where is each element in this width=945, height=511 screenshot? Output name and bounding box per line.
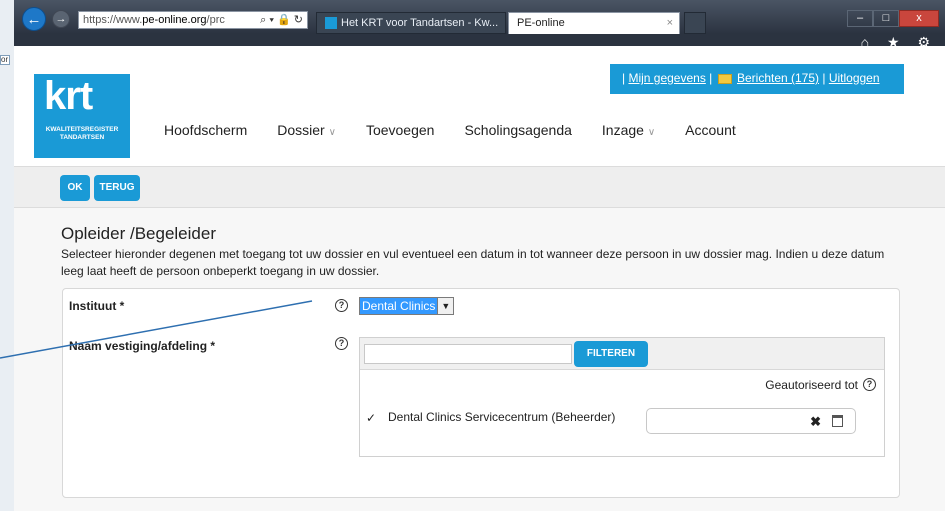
authorized-date-input[interactable]: ✖ — [646, 408, 856, 434]
instituut-label: Instituut * — [69, 299, 125, 313]
main-nav: Hoofdscherm Dossier ∨ Toevoegen Scholing… — [164, 122, 766, 138]
user-menu: | Mijn gegevens | Berichten (175) | Uitl… — [610, 64, 904, 94]
clear-date-icon[interactable]: ✖ — [810, 414, 821, 430]
nav-item-inzage[interactable]: Inzage ∨ — [602, 122, 655, 138]
logo-text: krt — [44, 74, 93, 118]
tab-label: Het KRT voor Tandartsen - Kw... — [341, 17, 499, 29]
authorized-until-header: Geautoriseerd tot ? — [765, 378, 876, 392]
url-suffix: /prc — [206, 14, 225, 26]
filter-input[interactable] — [364, 344, 572, 364]
list-item: ✓ Dental Clinics Servicecentrum (Beheerd… — [364, 406, 880, 436]
uitloggen-link[interactable]: Uitloggen — [829, 71, 880, 85]
krt-logo[interactable]: krt KWALITEITSREGISTER TANDARTSEN — [34, 74, 130, 158]
nav-item-dossier[interactable]: Dossier ∨ — [277, 122, 336, 138]
desktop-window-fragment: or — [0, 55, 10, 65]
address-bar-controls[interactable]: ⌕ ▾ 🔒 ↻ — [260, 12, 303, 28]
nav-item-hoofdscherm[interactable]: Hoofdscherm — [164, 122, 247, 138]
mijn-gegevens-link[interactable]: Mijn gegevens — [628, 71, 705, 85]
desktop-background — [0, 0, 14, 511]
action-bar: OK TERUG — [14, 166, 945, 208]
back-button[interactable]: ← — [22, 7, 46, 31]
logo-subtext: KWALITEITSREGISTER TANDARTSEN — [45, 126, 119, 141]
browser-toolbar-strip — [14, 34, 945, 46]
instituut-selected-value: Dental Clinics — [360, 298, 438, 314]
tab-pe-online[interactable]: PE-online × — [508, 12, 680, 34]
krt-favicon-icon — [325, 17, 337, 30]
filter-header: FILTEREN — [360, 338, 884, 370]
mail-icon — [717, 73, 732, 84]
tab-krt[interactable]: Het KRT voor Tandartsen - Kw... — [316, 12, 506, 34]
nav-item-toevoegen[interactable]: Toevoegen — [366, 122, 435, 138]
form-panel: Instituut * ? Dental Clinics ▼ Naam vest… — [62, 288, 900, 498]
help-icon[interactable]: ? — [335, 299, 348, 312]
page-title: Opleider /Begeleider — [61, 224, 216, 243]
forward-button[interactable]: → — [52, 10, 70, 28]
address-bar[interactable]: https://www.pe-online.org/prc ⌕ ▾ 🔒 ↻ — [78, 11, 308, 29]
nav-item-account[interactable]: Account — [685, 122, 736, 138]
ok-button[interactable]: OK — [60, 175, 90, 201]
url-domain: pe-online.org — [142, 14, 207, 26]
content-area: Opleider /Begeleider Selecteer hieronder… — [14, 208, 945, 511]
intro-text: Selecteer hieronder degenen met toegang … — [61, 247, 885, 278]
vestiging-filter-panel: FILTEREN Geautoriseerd tot ? ✓ Dental Cl… — [359, 337, 885, 457]
berichten-link[interactable]: Berichten (175) — [737, 71, 819, 85]
close-window-button[interactable]: x — [899, 10, 939, 27]
chevron-down-icon[interactable]: ▼ — [437, 298, 454, 314]
instituut-select[interactable]: Dental Clinics ▼ — [359, 297, 455, 315]
filter-button[interactable]: FILTEREN — [574, 341, 648, 367]
minimize-button[interactable]: – — [847, 10, 873, 27]
window-controls: – □ x — [847, 10, 939, 27]
url-prefix: https://www. — [83, 14, 143, 26]
new-tab-button[interactable] — [684, 12, 706, 34]
chevron-down-icon: ∨ — [328, 127, 336, 138]
tab-close-icon[interactable]: × — [667, 13, 673, 33]
help-icon[interactable]: ? — [863, 378, 876, 391]
row-label: Dental Clinics Servicecentrum (Beheerder… — [388, 410, 616, 424]
site-header: krt KWALITEITSREGISTER TANDARTSEN | Mijn… — [14, 46, 945, 164]
calendar-icon[interactable] — [832, 415, 843, 427]
row-checkbox[interactable]: ✓ — [366, 412, 378, 424]
vestiging-label: Naam vestiging/afdeling * — [69, 339, 216, 353]
chevron-down-icon: ∨ — [647, 127, 656, 138]
web-page: krt KWALITEITSREGISTER TANDARTSEN | Mijn… — [14, 46, 945, 511]
back-page-button[interactable]: TERUG — [94, 175, 140, 201]
nav-item-scholingsagenda[interactable]: Scholingsagenda — [464, 122, 571, 138]
maximize-button[interactable]: □ — [873, 10, 899, 27]
tab-label: PE-online — [517, 17, 565, 29]
help-icon[interactable]: ? — [335, 337, 348, 350]
